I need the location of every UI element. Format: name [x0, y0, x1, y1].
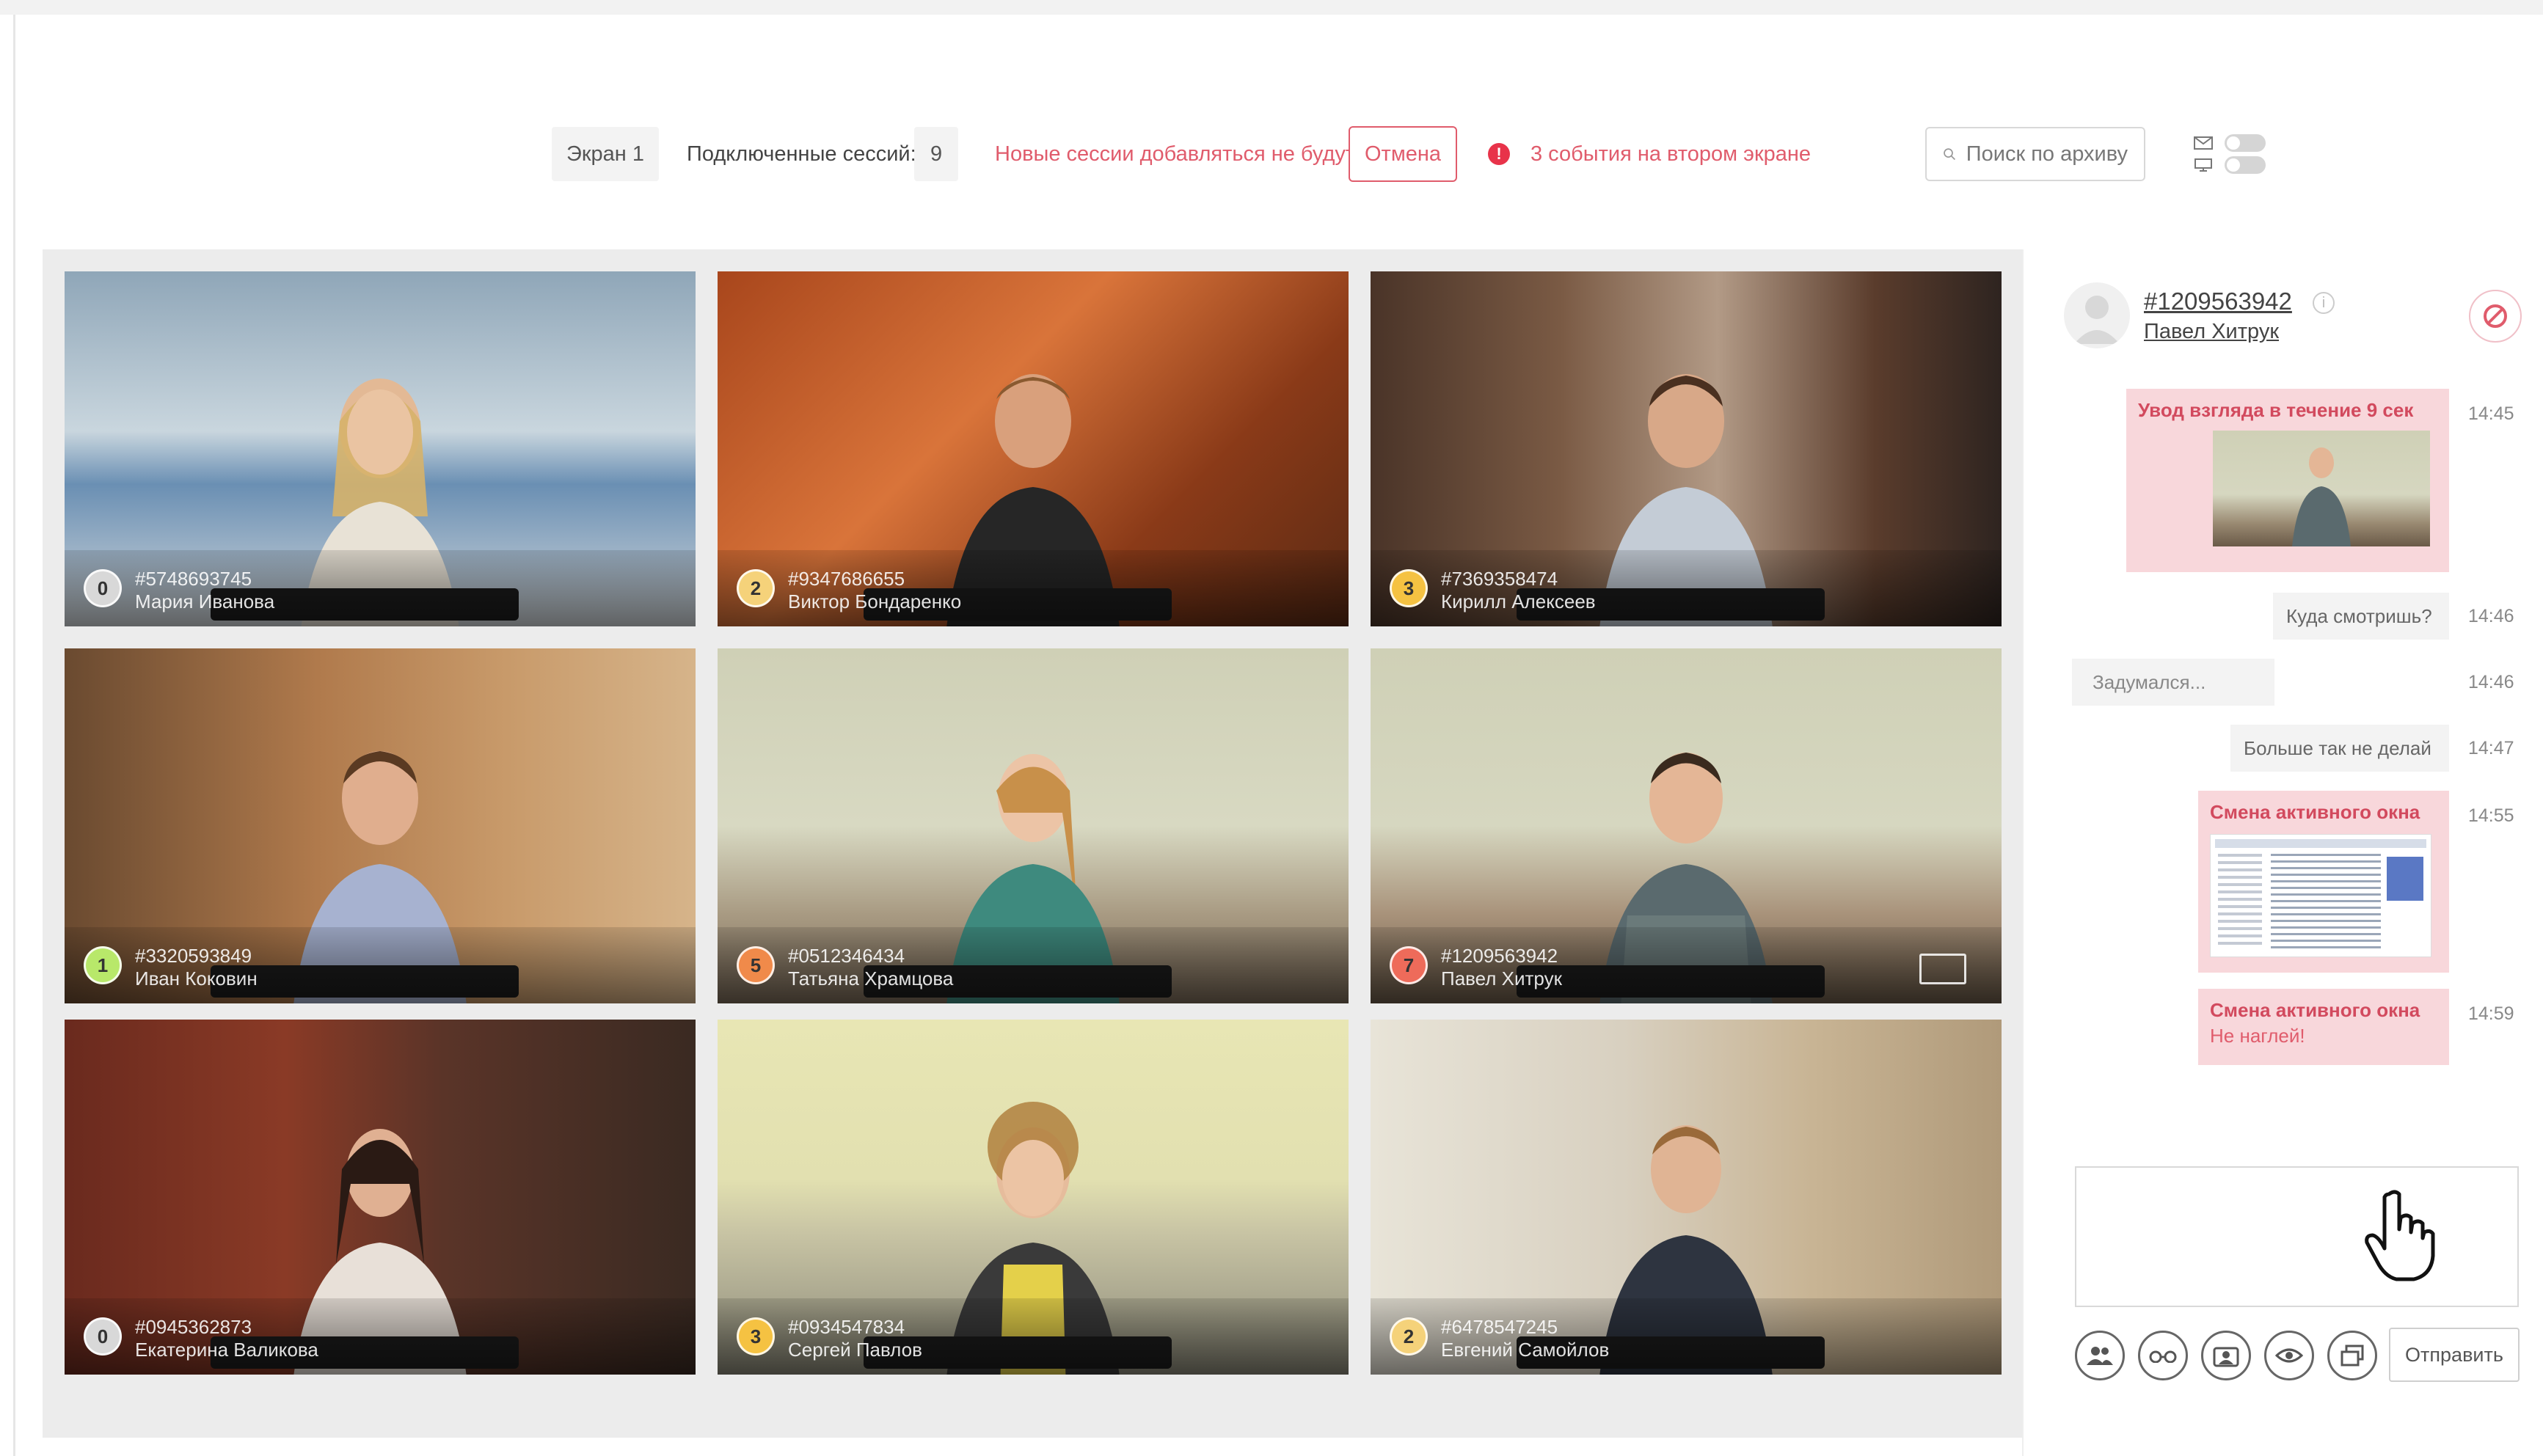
search-icon — [1944, 148, 1956, 161]
outgoing-message: Куда смотришь? — [2273, 593, 2449, 640]
chat-user-name[interactable]: Павел Хитрук — [2144, 320, 2279, 344]
event-count-badge: 1 — [84, 946, 122, 984]
session-tile[interactable]: 0 #0945362873 Екатерина Валикова — [65, 1020, 696, 1375]
incoming-message: Задумался... — [2072, 659, 2274, 706]
window-icon — [2340, 1345, 2364, 1367]
session-tile[interactable]: 1 #3320593849 Иван Коковин — [65, 648, 696, 1003]
message-time: 14:46 — [2468, 606, 2514, 626]
alert-text: 3 события на втором экране — [1530, 142, 1812, 166]
session-info: #3320593849 Иван Коковин — [135, 945, 258, 989]
event-text: Смена активного окна — [2210, 999, 2420, 1021]
session-tile[interactable]: 2 #6478547245 Евгений Самойлов — [1371, 1020, 2002, 1375]
message-time: 14:55 — [2468, 805, 2514, 826]
event-comment: Не наглей! — [2210, 1025, 2305, 1047]
message-time: 14:59 — [2468, 1003, 2514, 1024]
session-info: #9347686655 Виктор Бондаренко — [788, 568, 962, 612]
eye-button[interactable] — [2264, 1331, 2314, 1380]
send-button[interactable]: Отправить — [2389, 1328, 2520, 1382]
notification-toggles — [2194, 132, 2289, 176]
group-icon — [2087, 1347, 2113, 1365]
session-info: #7369358474 Кирилл Алексеев — [1441, 568, 1596, 612]
sessions-label: Подключенные сессий: — [687, 142, 916, 166]
event-message[interactable]: Смена активного окна Не наглей! — [2198, 989, 2449, 1065]
glasses-icon — [2149, 1350, 2177, 1363]
event-count-badge: 3 — [737, 1317, 775, 1356]
session-info: #5748693745 Мария Иванова — [135, 568, 275, 612]
session-tile[interactable]: 2 #9347686655 Виктор Бондаренко — [718, 271, 1349, 626]
mail-icon — [2194, 136, 2213, 150]
alert-icon: ! — [1488, 143, 1510, 165]
avatar — [2064, 282, 2130, 348]
mail-notify-switch[interactable] — [2225, 134, 2266, 152]
message-time: 14:47 — [2468, 738, 2514, 758]
sessions-grid: 0 #5748693745 Мария Иванова 2 #9347686655… — [43, 249, 2022, 1438]
hand-cursor-icon — [2365, 1190, 2435, 1281]
block-session-button[interactable] — [2469, 290, 2522, 343]
top-bar: Экран 1 Подключенные сессий: 9 Новые сес… — [0, 125, 2543, 183]
screen-selector[interactable]: Экран 1 — [552, 127, 659, 181]
session-info: #1209563942 Павел Хитрук — [1441, 945, 1562, 989]
monitor-icon — [2194, 158, 2212, 172]
outgoing-message: Больше так не делай — [2230, 725, 2449, 772]
info-icon[interactable]: i — [2313, 292, 2335, 314]
session-tile[interactable]: 0 #5748693745 Мария Иванова — [65, 271, 696, 626]
window-top-edge — [0, 0, 2543, 15]
session-info: #0512346434 Татьяна Храмцова — [788, 945, 954, 989]
event-count-badge: 2 — [1390, 1317, 1428, 1356]
screen-notify-switch[interactable] — [2225, 156, 2266, 174]
glasses-button[interactable] — [2138, 1331, 2188, 1380]
chat-panel: #1209563942 Павел Хитрук i Увод взгляда … — [2022, 249, 2543, 1456]
block-icon — [2484, 304, 2507, 328]
event-text: Смена активного окна — [2210, 801, 2420, 823]
session-info: #0934547834 Сергей Павлов — [788, 1316, 922, 1361]
user-card-icon — [2213, 1347, 2239, 1367]
session-info: #6478547245 Евгений Самойлов — [1441, 1316, 1610, 1361]
message-time: 14:45 — [2468, 403, 2514, 424]
eye-icon — [2275, 1348, 2303, 1363]
session-tile[interactable]: 3 #0934547834 Сергей Павлов — [718, 1020, 1349, 1375]
event-text: Увод взгляда в течение 9 сек — [2138, 399, 2414, 421]
message-input[interactable] — [2075, 1166, 2519, 1307]
session-tile[interactable]: 3 #7369358474 Кирилл Алексеев — [1371, 271, 2002, 626]
event-count-badge: 2 — [737, 569, 775, 607]
chat-tools — [2075, 1328, 2390, 1383]
event-snapshot[interactable] — [2210, 834, 2431, 957]
group-button[interactable] — [2075, 1331, 2125, 1380]
session-tile[interactable]: 7 #1209563942 Павел Хитрук — [1371, 648, 2002, 1003]
second-screen-alert[interactable]: ! 3 события на втором экране — [1488, 125, 1811, 183]
sessions-count: 9 — [914, 127, 959, 181]
session-tile[interactable]: 5 #0512346434 Татьяна Храмцова — [718, 648, 1349, 1003]
chat-user-id[interactable]: #1209563942 — [2144, 288, 2292, 315]
event-count-badge: 5 — [737, 946, 775, 984]
event-message[interactable]: Смена активного окна — [2198, 791, 2449, 973]
session-info: #0945362873 Екатерина Валикова — [135, 1316, 318, 1361]
event-count-badge: 0 — [84, 1317, 122, 1356]
event-count-badge: 7 — [1390, 946, 1428, 984]
event-count-badge: 0 — [84, 569, 122, 607]
no-new-sessions-notice: Новые сессии добавляться не будут — [995, 142, 1356, 166]
window-left-edge — [13, 15, 15, 1456]
expand-icon[interactable] — [1919, 954, 1966, 984]
event-message[interactable]: Увод взгляда в течение 9 сек — [2126, 389, 2449, 572]
event-snapshot[interactable] — [2213, 431, 2430, 546]
event-count-badge: 3 — [1390, 569, 1428, 607]
message-time: 14:46 — [2468, 672, 2514, 692]
archive-search-input[interactable]: Поиск по архиву — [1925, 127, 2145, 181]
search-placeholder: Поиск по архиву — [1966, 142, 2128, 166]
user-card-button[interactable] — [2201, 1331, 2251, 1380]
cancel-button[interactable]: Отмена — [1349, 126, 1458, 182]
window-button[interactable] — [2327, 1331, 2377, 1380]
